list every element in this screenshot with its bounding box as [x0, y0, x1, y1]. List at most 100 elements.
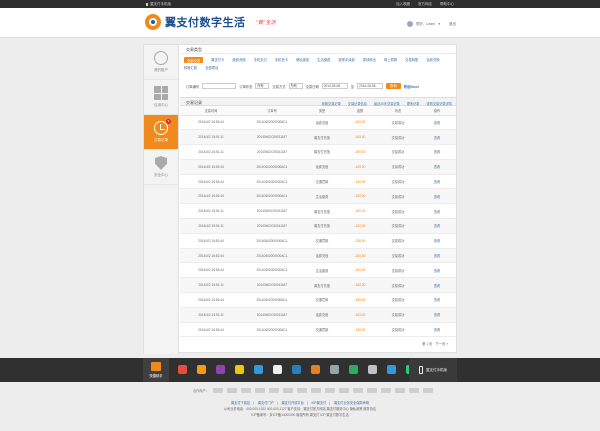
footer-link[interactable]: 翼支付下载站	[231, 401, 250, 405]
partner-logo[interactable]	[338, 388, 349, 393]
records-link[interactable]: 交易记录信息	[348, 101, 367, 106]
view-link[interactable]: 查看	[418, 188, 456, 205]
view-link[interactable]: 查看	[418, 129, 456, 146]
view-link[interactable]: 查看	[418, 277, 456, 294]
type-item[interactable]: 便民缴费	[296, 57, 309, 63]
partner-logo[interactable]	[240, 388, 251, 393]
cell-time: 2014/4/2 15:51:11	[180, 218, 242, 234]
end-date-input[interactable]: 2014-05-08	[357, 83, 384, 89]
type-item[interactable]: 转账汇款	[184, 65, 197, 70]
sidebar-item-records[interactable]: 5 交易记录	[144, 115, 178, 150]
footer-link[interactable]: ISP翼支付	[312, 401, 327, 405]
app-shortcut-icon[interactable]	[273, 365, 282, 374]
app-shortcut-icon[interactable]	[311, 365, 320, 374]
view-link[interactable]: 查看	[418, 292, 456, 308]
table-row: 2014/4/2 15:51:11 20140402C00011187 翼支付充值 -…	[180, 277, 456, 294]
type-item[interactable]: 手机支付	[254, 57, 267, 63]
partner-logo[interactable]	[380, 388, 391, 393]
partner-logo[interactable]	[408, 388, 419, 393]
partner-logo[interactable]	[324, 388, 335, 393]
status-select[interactable]: 所有	[255, 83, 270, 89]
cell-order-id: 20140402C00011187	[242, 203, 302, 220]
user-name[interactable]: 您好，Learn	[416, 22, 435, 27]
cell-order-id: 20140402C00011187	[242, 307, 302, 323]
view-link[interactable]: 查看	[418, 322, 456, 338]
view-link[interactable]: 查看	[418, 262, 456, 279]
partner-logo[interactable]	[366, 388, 377, 393]
avatar[interactable]	[406, 21, 413, 27]
app-shortcut-icon[interactable]	[387, 365, 396, 374]
view-link[interactable]: 查看	[418, 307, 456, 323]
view-link[interactable]: 查看	[418, 144, 456, 160]
method-select[interactable]: 所有	[288, 83, 303, 89]
type-item[interactable]: 提现手续费	[338, 57, 354, 63]
logout-link[interactable]: 退出	[449, 22, 456, 27]
partner-logo[interactable]	[310, 388, 321, 393]
app-shortcut-icon[interactable]	[349, 365, 358, 374]
view-link[interactable]: 查看	[418, 174, 456, 190]
official-store-link[interactable]: 官方网店	[418, 2, 432, 7]
type-item[interactable]: 交易转账	[405, 57, 418, 63]
app-shortcut-icon[interactable]	[216, 365, 225, 374]
partner-logo[interactable]	[296, 388, 307, 393]
cell-amount: -100.00	[342, 277, 378, 294]
app-shortcut-icon[interactable]	[292, 365, 301, 374]
partner-logo[interactable]	[268, 388, 279, 393]
partner-logo[interactable]	[226, 388, 237, 393]
app-shortcut-icon[interactable]	[197, 365, 206, 374]
add-favorite-link[interactable]: 加入收藏	[396, 2, 410, 7]
view-link[interactable]: 查看	[418, 248, 456, 264]
app-shortcut-icon[interactable]	[254, 365, 263, 374]
order-number-input[interactable]	[202, 83, 237, 89]
mobile-app-button[interactable]: 翼支付手机版	[409, 358, 457, 382]
query-button[interactable]: 查询	[386, 83, 401, 89]
type-item[interactable]: 生活缴费	[317, 57, 330, 63]
type-item[interactable]: 零钱转出	[363, 57, 376, 63]
app-shortcut-icon[interactable]	[330, 365, 339, 374]
app-shortcut-icon[interactable]	[368, 365, 377, 374]
view-link[interactable]: 查看	[418, 159, 456, 175]
footer-link[interactable]: 翼支付开放平台	[281, 401, 303, 405]
next-page-link[interactable]: 下一页 »	[435, 341, 448, 346]
help-center-link[interactable]: 帮助中心	[440, 2, 454, 7]
type-all[interactable]: 全部交易	[184, 57, 204, 63]
view-link[interactable]: 查看	[418, 218, 456, 234]
partner-logo[interactable]	[212, 388, 223, 393]
records-link[interactable]: 收款交易记录	[322, 101, 341, 106]
partner-logo[interactable]	[394, 388, 405, 393]
partner-logo[interactable]	[254, 388, 265, 393]
footer-link[interactable]: 翼支付业务安全保障声明	[334, 401, 369, 405]
view-link[interactable]: 查看	[418, 115, 456, 131]
cell-type: 生活缴费	[302, 262, 342, 279]
partner-logo[interactable]	[282, 388, 293, 393]
quick-assistant-button[interactable]: 快捷助手	[143, 358, 169, 382]
export-excel-link[interactable]: 导出Excel	[404, 84, 419, 89]
records-link[interactable]: 查看交易记录详情	[427, 101, 453, 106]
sidebar-item-apps[interactable]: 应用中心	[144, 80, 178, 115]
type-item[interactable]: 翼支付卡	[211, 57, 224, 63]
chevron-down-icon[interactable]: ▾	[438, 22, 440, 26]
start-date-input[interactable]: 2014-05-08	[321, 83, 348, 89]
type-item[interactable]: 全部项目	[205, 65, 218, 70]
type-item[interactable]: 话费兑换	[426, 57, 439, 63]
app-shortcut-icon[interactable]	[178, 365, 187, 374]
type-item[interactable]: 缴费充值	[232, 57, 245, 63]
type-item[interactable]: 网上购物	[384, 57, 397, 63]
footer-link[interactable]: 翼支付门户	[258, 401, 274, 405]
cell-type: 话费充值	[302, 307, 342, 323]
sidebar-item-security[interactable]: 安全中心	[144, 150, 178, 185]
view-link[interactable]: 查看	[418, 203, 456, 220]
logo[interactable]: 翼支付数字生活 “数”生活	[145, 14, 276, 30]
type-item[interactable]: 手机充卡	[275, 57, 288, 63]
records-link[interactable]: 最近30天交易记录	[374, 101, 400, 106]
cell-status: 交易成功	[378, 277, 418, 294]
mobile-app-link[interactable]: 翼支付手机版	[146, 2, 171, 7]
view-link[interactable]: 查看	[418, 233, 456, 249]
partner-logo[interactable]	[352, 388, 363, 393]
footer-copyright: ICP备案号：京ICP备14000000 版权所有 翼支付 ICP 翼支付数字生…	[251, 413, 349, 417]
sidebar-item-account[interactable]: 我的账户	[144, 45, 178, 80]
partner-logo[interactable]	[422, 388, 433, 393]
records-link[interactable]: 更多记录	[407, 101, 420, 106]
app-shortcut-icon[interactable]	[235, 365, 244, 374]
cell-order-id: 20140402000000ACL	[242, 262, 302, 279]
